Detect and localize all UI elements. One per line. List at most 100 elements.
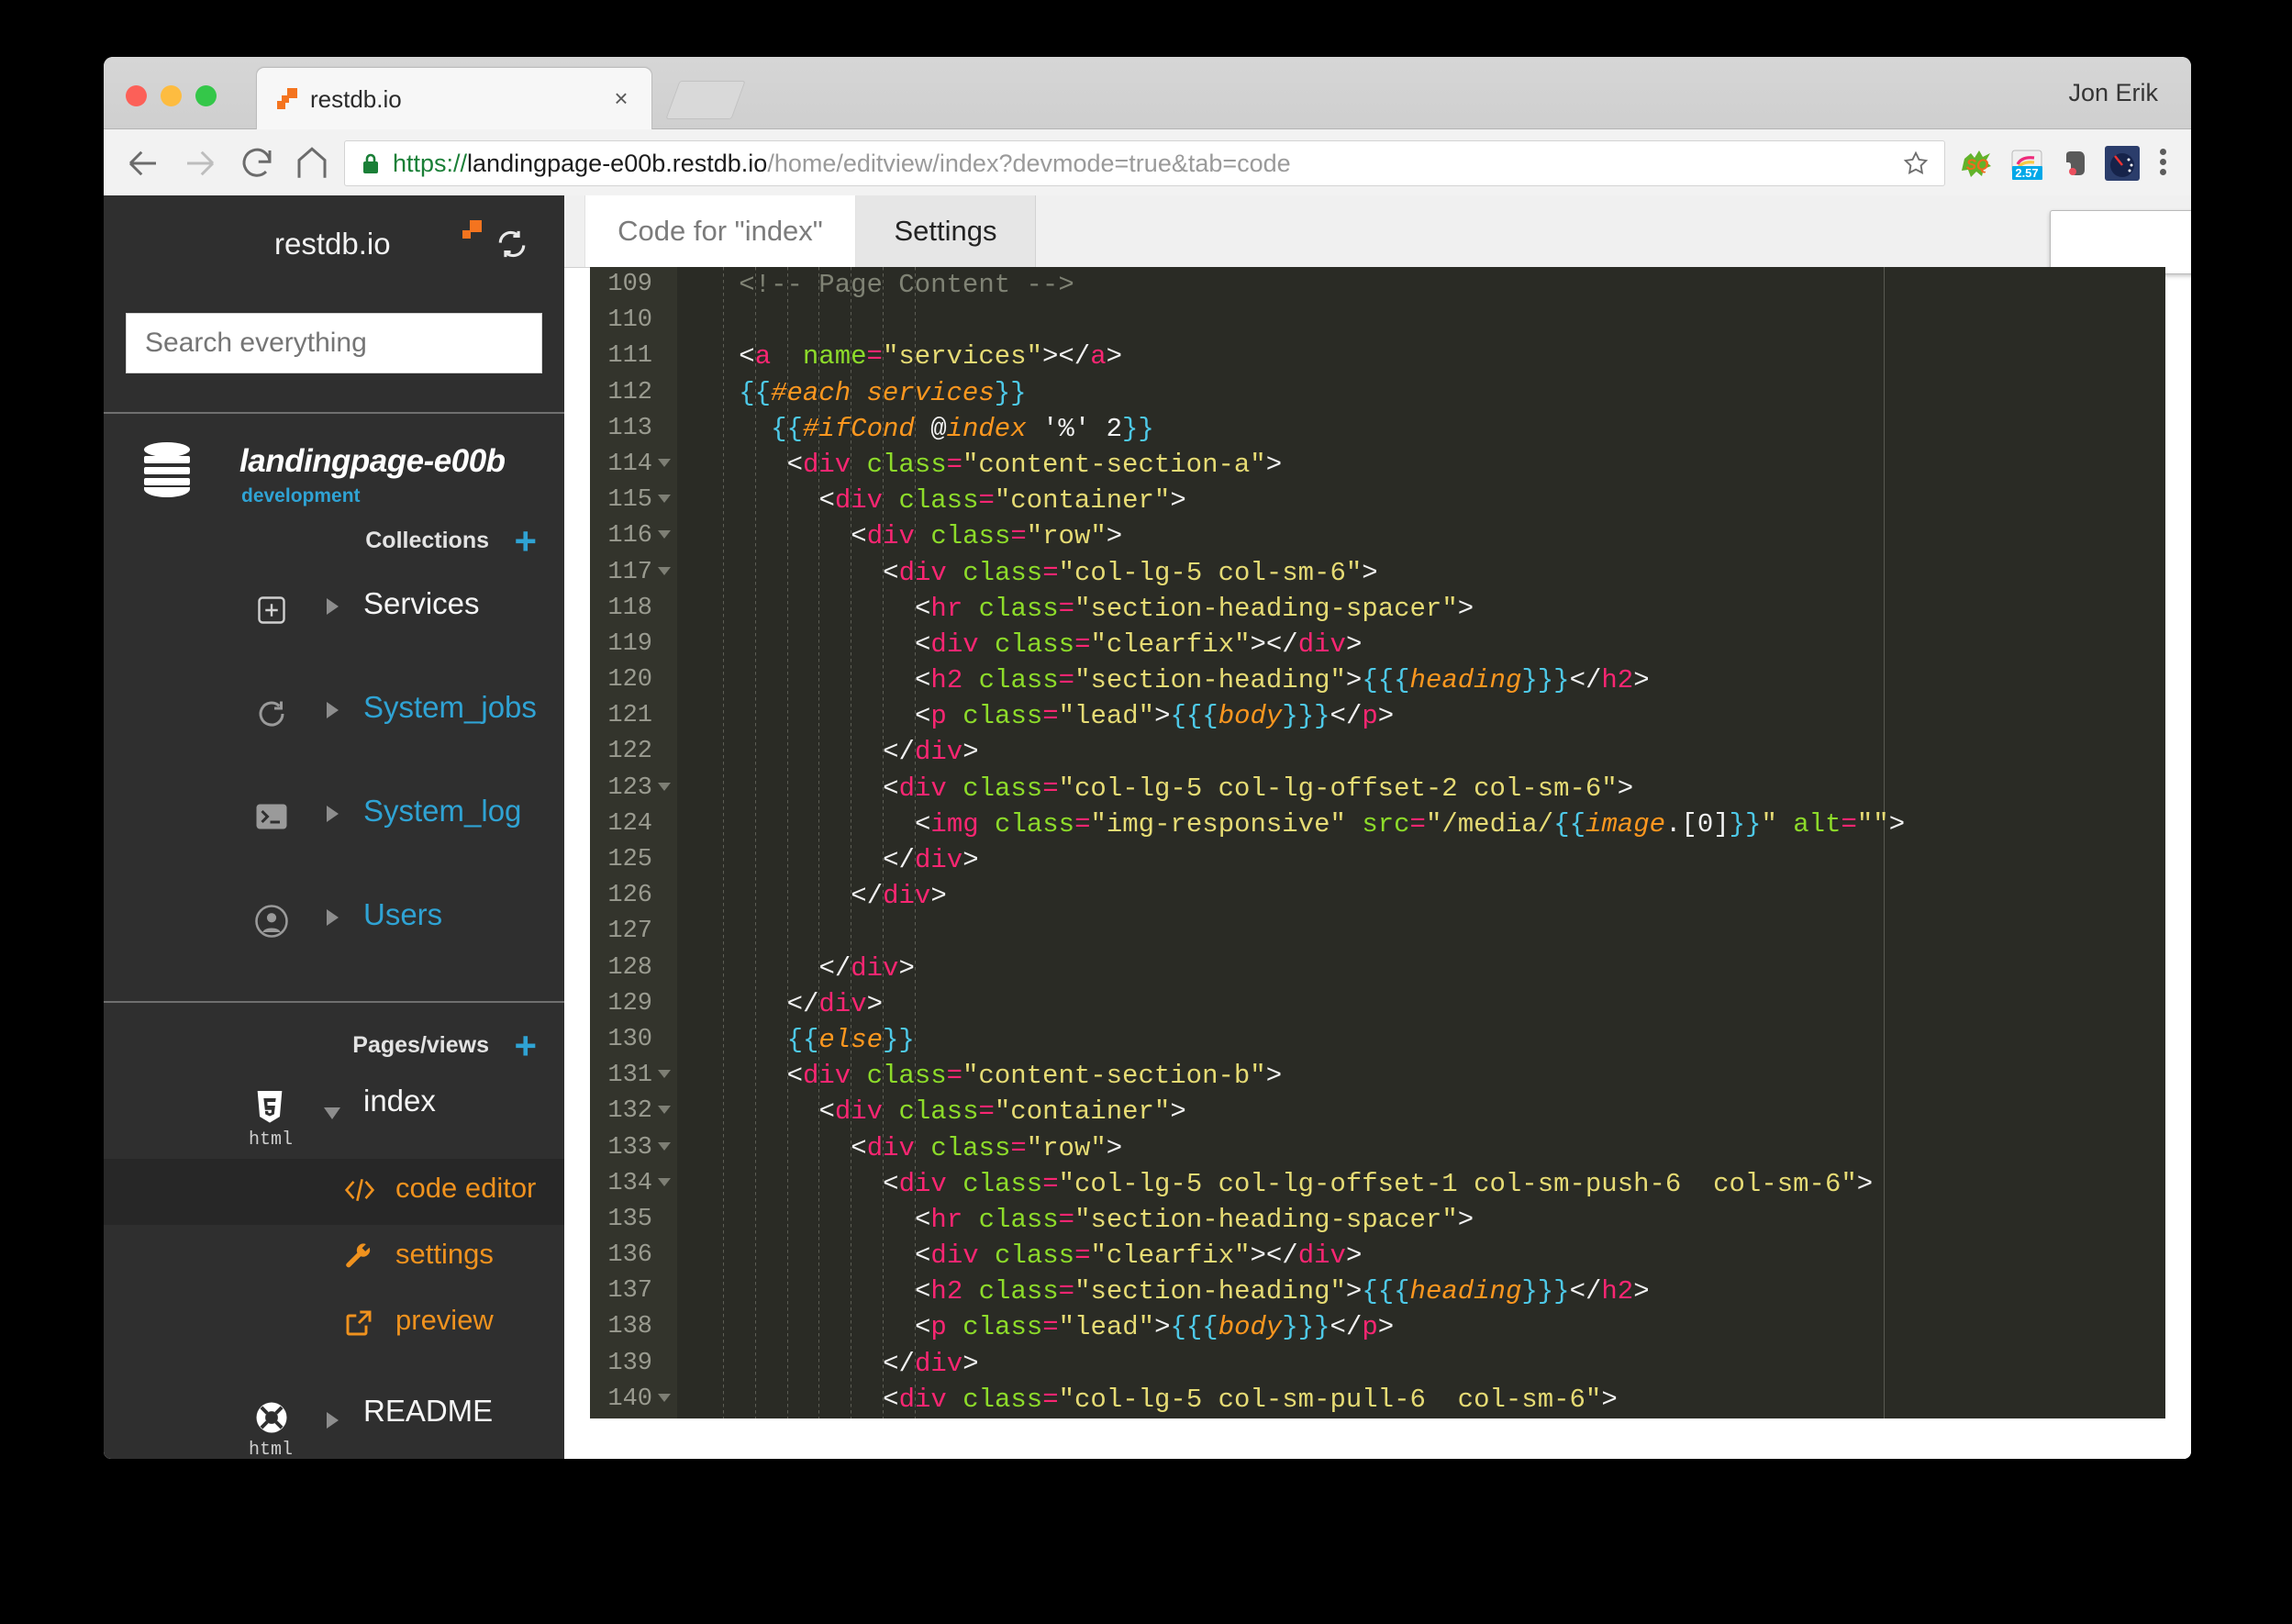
address-bar[interactable]: https://landingpage-e00b.restdb.io/home/… [344,140,1945,186]
code-line[interactable]: 120 <h2 class="section-heading">{{{headin… [590,662,2165,698]
code-text: <div class="col-lg-5 col-lg-offset-2 col… [883,773,1634,804]
sidebar-item-preview[interactable]: preview [104,1291,564,1357]
sidebar-item-settings[interactable]: settings [104,1225,564,1291]
fold-arrow-icon[interactable] [658,495,671,504]
code-line[interactable]: 123 <div class="col-lg-5 col-lg-offset-2 … [590,771,2165,806]
code-line[interactable]: 140 <div class="col-lg-5 col-sm-pull-6 co… [590,1382,2165,1418]
line-number: 122 [607,738,652,766]
code-line[interactable]: 138 <p class="lead">{{{body}}}</p> [590,1309,2165,1345]
code-line[interactable]: 111 <a name="services"></a> [590,339,2165,374]
refresh-icon[interactable] [496,228,528,260]
chrome-profile-name[interactable]: Jon Erik [2068,79,2158,107]
badge-extension-icon[interactable]: 2.57 [2009,146,2044,181]
tab-code-for-index[interactable]: Code for "index" [584,195,856,267]
sidebar-item-index[interactable]: index html [104,1071,564,1159]
sidebar-item-readme[interactable]: README html [104,1383,564,1459]
code-line[interactable]: 129 </div> [590,986,2165,1022]
code-line[interactable]: 110 [590,303,2165,339]
search-input[interactable] [126,313,542,373]
line-number: 133 [607,1133,652,1162]
code-text: </div> [786,988,884,1019]
code-line[interactable]: 128 </div> [590,951,2165,986]
sidebar-item-services[interactable]: Services [104,566,564,670]
fold-arrow-icon[interactable] [658,782,671,791]
code-editor[interactable]: 109 <!-- Page Content --> 110 111 <a name="s… [590,267,2165,1418]
evernote-icon[interactable] [2057,146,2092,181]
code-line[interactable]: 134 <div class="col-lg-5 col-lg-offset-1 … [590,1166,2165,1202]
chrome-menu-icon[interactable] [2151,145,2175,182]
add-page-button[interactable]: + [514,1027,537,1065]
forward-arrow-icon[interactable] [181,144,219,183]
close-icon[interactable]: × [609,86,633,110]
add-collection-button[interactable]: + [514,522,537,561]
chevron-down-icon[interactable] [324,1107,340,1128]
back-arrow-icon[interactable] [124,144,162,183]
editor-action-box[interactable] [2050,210,2191,274]
code-line[interactable]: 121 <p class="lead">{{{body}}}</p> [590,698,2165,734]
reload-icon[interactable] [238,144,276,183]
code-line[interactable]: 130 {{else}} [590,1022,2165,1058]
code-line[interactable]: 119 <div class="clearfix"></div> [590,627,2165,662]
code-line[interactable]: 109 <!-- Page Content --> [590,267,2165,303]
code-line[interactable]: 112 {{#each services}} [590,375,2165,411]
code-line[interactable]: 118 <hr class="section-heading-spacer"> [590,591,2165,627]
chevron-right-icon[interactable] [327,909,339,926]
window-close-button[interactable] [126,85,147,106]
code-line[interactable]: 113 {{#ifCond @index '%' 2}} [590,411,2165,447]
address-bar-url: https://landingpage-e00b.restdb.io/home/… [393,149,1880,178]
chevron-right-icon[interactable] [327,1412,339,1429]
sidebar-item-system-jobs[interactable]: System_jobs [104,670,564,773]
chevron-right-icon[interactable] [327,806,339,822]
code-line[interactable]: 126 </div> [590,878,2165,914]
line-number: 130 [607,1025,652,1053]
chevron-right-icon[interactable] [327,598,339,615]
sidebar-item-label: settings [395,1238,494,1270]
fold-arrow-icon[interactable] [658,1106,671,1115]
fold-arrow-icon[interactable] [658,566,671,575]
code-line[interactable]: 115 <div class="container"> [590,483,2165,518]
code-line[interactable]: 132 <div class="container"> [590,1094,2165,1129]
fold-arrow-icon[interactable] [658,1393,671,1402]
line-number: 120 [607,666,652,695]
fold-arrow-icon[interactable] [658,1177,671,1186]
database-name: landingpage-e00b [239,443,506,479]
new-tab-button[interactable] [665,81,746,119]
bookmark-star-icon[interactable] [1902,150,1930,177]
code-line[interactable]: 136 <div class="clearfix"></div> [590,1238,2165,1274]
code-line[interactable]: 139 </div> [590,1346,2165,1382]
chevron-right-icon[interactable] [327,702,339,718]
line-number: 127 [607,918,652,946]
browser-toolbar: https://landingpage-e00b.restdb.io/home/… [104,129,2191,196]
code-line[interactable]: 117 <div class="col-lg-5 col-sm-6"> [590,555,2165,591]
fold-arrow-icon[interactable] [658,458,671,467]
code-line[interactable]: 122 </div> [590,734,2165,770]
sidebar-item-users[interactable]: Users [104,877,564,981]
sidebar-item-system-log[interactable]: System_log [104,773,564,877]
code-line[interactable]: 124 <img class="img-responsive" src="/med… [590,806,2165,842]
fold-arrow-icon[interactable] [658,1141,671,1151]
window-minimize-button[interactable] [161,85,182,106]
browser-window: restdb.io × Jon Erik https://landingpage… [104,57,2191,1459]
restdb-wordmark[interactable]: restdb.io [274,227,391,261]
fold-arrow-icon[interactable] [658,1070,671,1079]
home-icon[interactable] [293,144,331,183]
tab-settings[interactable]: Settings [856,195,1036,267]
database-environment: development [241,485,361,506]
code-line[interactable]: 116 <div class="row"> [590,518,2165,554]
code-line[interactable]: 133 <div class="row"> [590,1130,2165,1166]
code-text: {{#ifCond @index '%' 2}} [771,413,1154,444]
line-number: 136 [607,1241,652,1270]
sidebar-item-code-editor[interactable]: code editor [104,1159,564,1225]
editor-code-lines[interactable]: 109 <!-- Page Content --> 110 111 <a name="s… [590,267,2165,1418]
code-line[interactable]: 125 </div> [590,842,2165,878]
code-line[interactable]: 114 <div class="content-section-a"> [590,447,2165,483]
code-line[interactable]: 131 <div class="content-section-b"> [590,1058,2165,1094]
fold-arrow-icon[interactable] [658,530,671,539]
speed-gauge-icon[interactable] [2105,146,2140,181]
code-line[interactable]: 127 [590,914,2165,950]
browser-tab-restdb[interactable]: restdb.io × [256,67,652,129]
window-maximize-button[interactable] [195,85,217,106]
code-line[interactable]: 135 <hr class="section-heading-spacer"> [590,1202,2165,1238]
code-line[interactable]: 137 <h2 class="section-heading">{{{headin… [590,1274,2165,1309]
seoquake-icon[interactable]: SQ [1960,146,1995,181]
